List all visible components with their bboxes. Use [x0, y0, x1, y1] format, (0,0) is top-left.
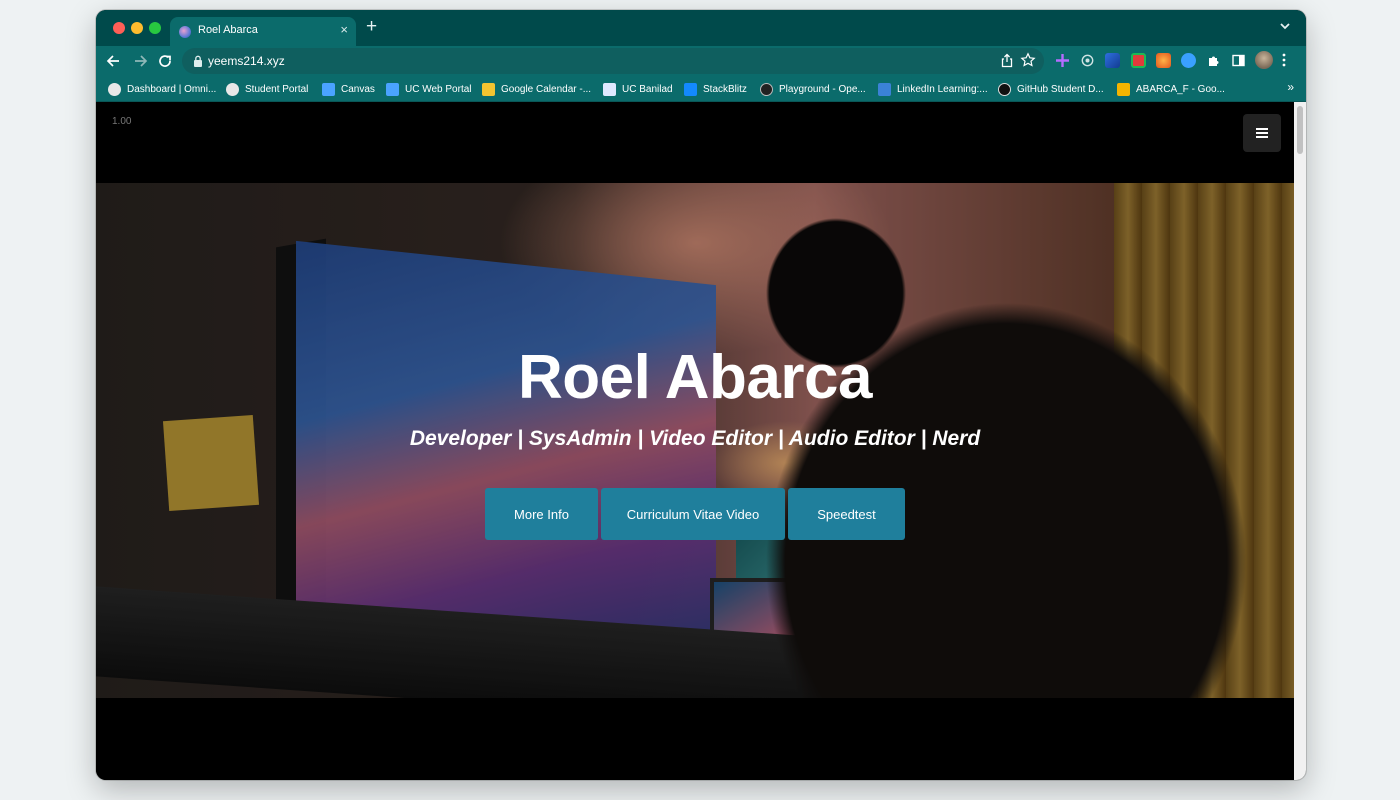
- openai-icon: [760, 82, 773, 96]
- bookmark-label: Dashboard | Omni...: [127, 83, 217, 95]
- bookmark-label: UC Web Portal: [405, 83, 472, 95]
- hero-subtitle: Developer | SysAdmin | Video Editor | Au…: [409, 427, 981, 450]
- extensions-puzzle-icon[interactable]: [1206, 53, 1221, 68]
- check-extension-icon[interactable]: [1181, 53, 1196, 68]
- bookmark-linkedin-learning[interactable]: LinkedIn Learning:...: [878, 81, 988, 97]
- hamburger-icon: [1256, 128, 1268, 138]
- lock-icon[interactable]: [193, 55, 203, 67]
- bookmark-label: ABARCA_F - Goo...: [1136, 83, 1225, 95]
- calendar-icon: [482, 82, 495, 96]
- active-tab[interactable]: Roel Abarca ×: [170, 17, 356, 46]
- more-bookmarks-chevron-icon[interactable]: »: [1287, 80, 1294, 94]
- bookmark-label: Playground - Ope...: [779, 83, 866, 95]
- uc-icon: [386, 82, 399, 96]
- tab-close-icon[interactable]: ×: [340, 22, 348, 37]
- address-bar[interactable]: yeems214.xyz: [182, 48, 1044, 74]
- tab-title: Roel Abarca: [198, 24, 258, 36]
- tab-search-chevron-icon[interactable]: [1278, 19, 1292, 33]
- cookie-extension-icon[interactable]: [1156, 53, 1171, 68]
- new-tab-button[interactable]: +: [366, 15, 377, 39]
- uc-banilad-icon: [603, 82, 616, 96]
- site-favicon-icon: [179, 26, 191, 38]
- bookmark-label: Student Portal: [245, 83, 309, 95]
- cv-video-button[interactable]: Curriculum Vitae Video: [601, 488, 785, 540]
- minimize-window-button[interactable]: [131, 22, 143, 34]
- bookmark-label: Canvas: [341, 83, 375, 95]
- github-icon: [998, 82, 1011, 96]
- web-page: 1.00 Roel Abarca Developer | SysAdmin | …: [96, 102, 1294, 780]
- share-icon[interactable]: [1000, 53, 1014, 68]
- bookmark-uc-banilad[interactable]: UC Banilad: [603, 81, 673, 97]
- tab-strip: Roel Abarca × +: [96, 10, 1306, 46]
- bookmark-star-icon[interactable]: [1020, 52, 1036, 68]
- toolbar: yeems214.xyz: [96, 46, 1306, 76]
- bookmark-student-portal[interactable]: Student Portal: [226, 81, 308, 97]
- stackblitz-icon: [684, 82, 697, 96]
- bookmark-stackblitz[interactable]: StackBlitz: [684, 81, 747, 97]
- close-window-button[interactable]: [113, 22, 125, 34]
- hamburger-menu-button[interactable]: [1243, 114, 1281, 152]
- bookmark-label: StackBlitz: [703, 83, 747, 95]
- speedtest-button[interactable]: Speedtest: [788, 488, 905, 540]
- arrow-extension-icon[interactable]: [1105, 53, 1120, 68]
- url-text[interactable]: yeems214.xyz: [208, 54, 285, 68]
- browser-window: Roel Abarca × + yeems214.xyz Dashboard |…: [96, 10, 1306, 780]
- zoom-label: 1.00: [112, 116, 132, 127]
- bookmark-label: Google Calendar -...: [501, 83, 592, 95]
- page-scrollbar[interactable]: [1294, 102, 1306, 780]
- globe-icon: [108, 82, 121, 96]
- hero-section: Roel Abarca Developer | SysAdmin | Video…: [96, 183, 1294, 698]
- openai-extension-icon[interactable]: [1080, 53, 1095, 68]
- profile-avatar[interactable]: [1255, 51, 1273, 69]
- hero-title: Roel Abarca: [518, 343, 873, 412]
- bookmark-google-calendar[interactable]: Google Calendar -...: [482, 81, 591, 97]
- globe-icon: [226, 82, 239, 96]
- linkedin-learning-icon: [878, 82, 891, 96]
- side-panel-icon[interactable]: [1231, 53, 1246, 68]
- back-arrow-icon[interactable]: [105, 52, 123, 70]
- video-extension-icon[interactable]: [1131, 53, 1146, 68]
- maximize-window-button[interactable]: [149, 22, 161, 34]
- reload-icon[interactable]: [156, 52, 174, 70]
- bookmark-label: GitHub Student D...: [1017, 83, 1104, 95]
- more-info-button[interactable]: More Info: [485, 488, 598, 540]
- bookmark-github-student[interactable]: GitHub Student D...: [998, 81, 1104, 97]
- bookmark-canvas[interactable]: Canvas: [322, 81, 375, 97]
- canvas-icon: [322, 82, 335, 96]
- bookmark-playground[interactable]: Playground - Ope...: [760, 81, 866, 97]
- google-drive-icon: [1117, 82, 1130, 96]
- bookmark-label: UC Banilad: [622, 83, 673, 95]
- scrollbar-thumb[interactable]: [1297, 106, 1303, 154]
- bookmark-label: LinkedIn Learning:...: [897, 83, 988, 95]
- more-options-icon[interactable]: [1282, 53, 1286, 67]
- forward-arrow-icon[interactable]: [131, 52, 149, 70]
- bookmarks-bar: Dashboard | Omni... Student Portal Canva…: [96, 76, 1306, 102]
- bookmark-uc-web-portal[interactable]: UC Web Portal: [386, 81, 472, 97]
- bookmark-google-drive[interactable]: ABARCA_F - Goo...: [1117, 81, 1225, 97]
- sparkle-extension-icon[interactable]: [1055, 53, 1070, 68]
- bookmark-dashboard[interactable]: Dashboard | Omni...: [108, 81, 216, 97]
